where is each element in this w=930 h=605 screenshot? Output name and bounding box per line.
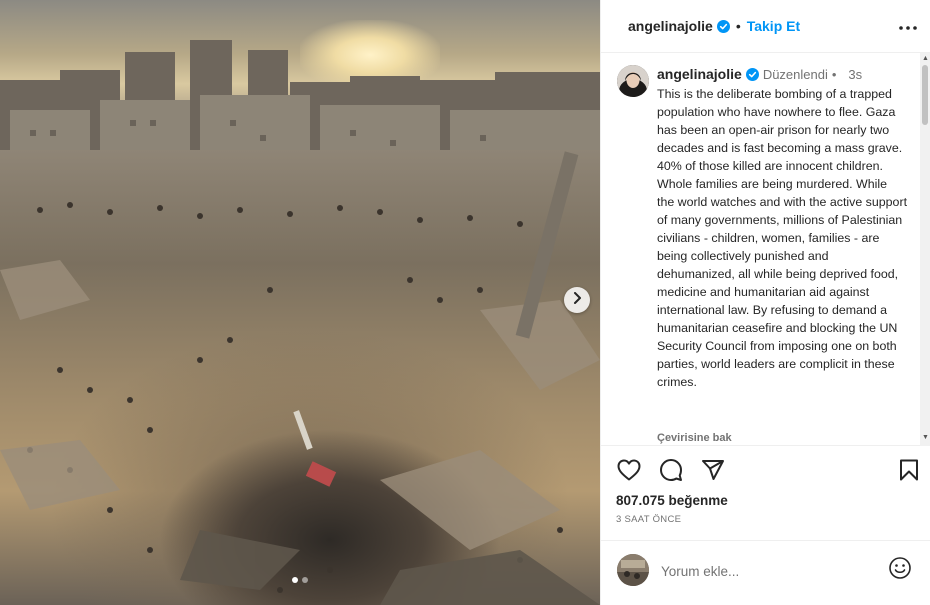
caption-scrollbar[interactable]: ▲ ▼ [920, 53, 930, 446]
caption-header: angelinajolie Düzenlendi • 3s [657, 66, 862, 82]
like-count[interactable]: 807.075 beğenme [616, 493, 728, 508]
more-options-icon [899, 17, 917, 35]
carousel-dot [302, 577, 308, 583]
emoji-button[interactable] [888, 556, 912, 584]
scroll-down-arrow-icon[interactable]: ▼ [922, 434, 929, 441]
edited-label: Düzenlendi [762, 66, 828, 82]
header-username[interactable]: angelinajolie [628, 18, 713, 34]
follow-button[interactable]: Takip Et [747, 18, 800, 34]
caption-area[interactable]: angelinajolie Düzenlendi • 3s This is th… [601, 53, 930, 446]
like-button[interactable] [616, 459, 642, 485]
smiley-icon [889, 556, 911, 584]
carousel-indicator [0, 577, 600, 583]
bookmark-icon [899, 459, 919, 486]
verified-badge-icon [745, 67, 759, 81]
caption-text: This is the deliberate bombing of a trap… [657, 87, 908, 389]
caption-separator: • [831, 66, 837, 82]
scroll-up-arrow-icon[interactable]: ▲ [922, 55, 929, 62]
more-options-button[interactable] [897, 17, 919, 35]
chevron-right-icon [572, 291, 582, 309]
post-header: angelinajolie • Takip Et [628, 17, 800, 35]
share-button[interactable] [700, 459, 726, 485]
scrollbar-thumb[interactable] [922, 65, 928, 125]
carousel-dot-active [292, 577, 298, 583]
comment-input[interactable] [661, 561, 881, 581]
header-separator: • [735, 18, 741, 34]
save-button[interactable] [896, 459, 922, 485]
caption-timestamp[interactable]: 3s [848, 67, 862, 82]
comment-bar [601, 540, 930, 605]
viewer-avatar [617, 554, 649, 586]
post-photo[interactable] [0, 0, 600, 605]
action-bar [616, 458, 726, 487]
photo-rubble [0, 151, 600, 605]
send-icon [701, 459, 725, 486]
caption-username[interactable]: angelinajolie [657, 66, 742, 82]
see-translation-link[interactable]: Çevirisine bak [657, 432, 732, 444]
avatar[interactable] [617, 65, 649, 97]
next-slide-button[interactable] [564, 287, 590, 313]
comment-icon [659, 458, 683, 487]
comment-button[interactable] [658, 458, 684, 487]
verified-badge-icon [716, 19, 730, 33]
post-age[interactable]: 3 SAAT ÖNCE [616, 514, 681, 525]
heart-icon [617, 459, 641, 486]
